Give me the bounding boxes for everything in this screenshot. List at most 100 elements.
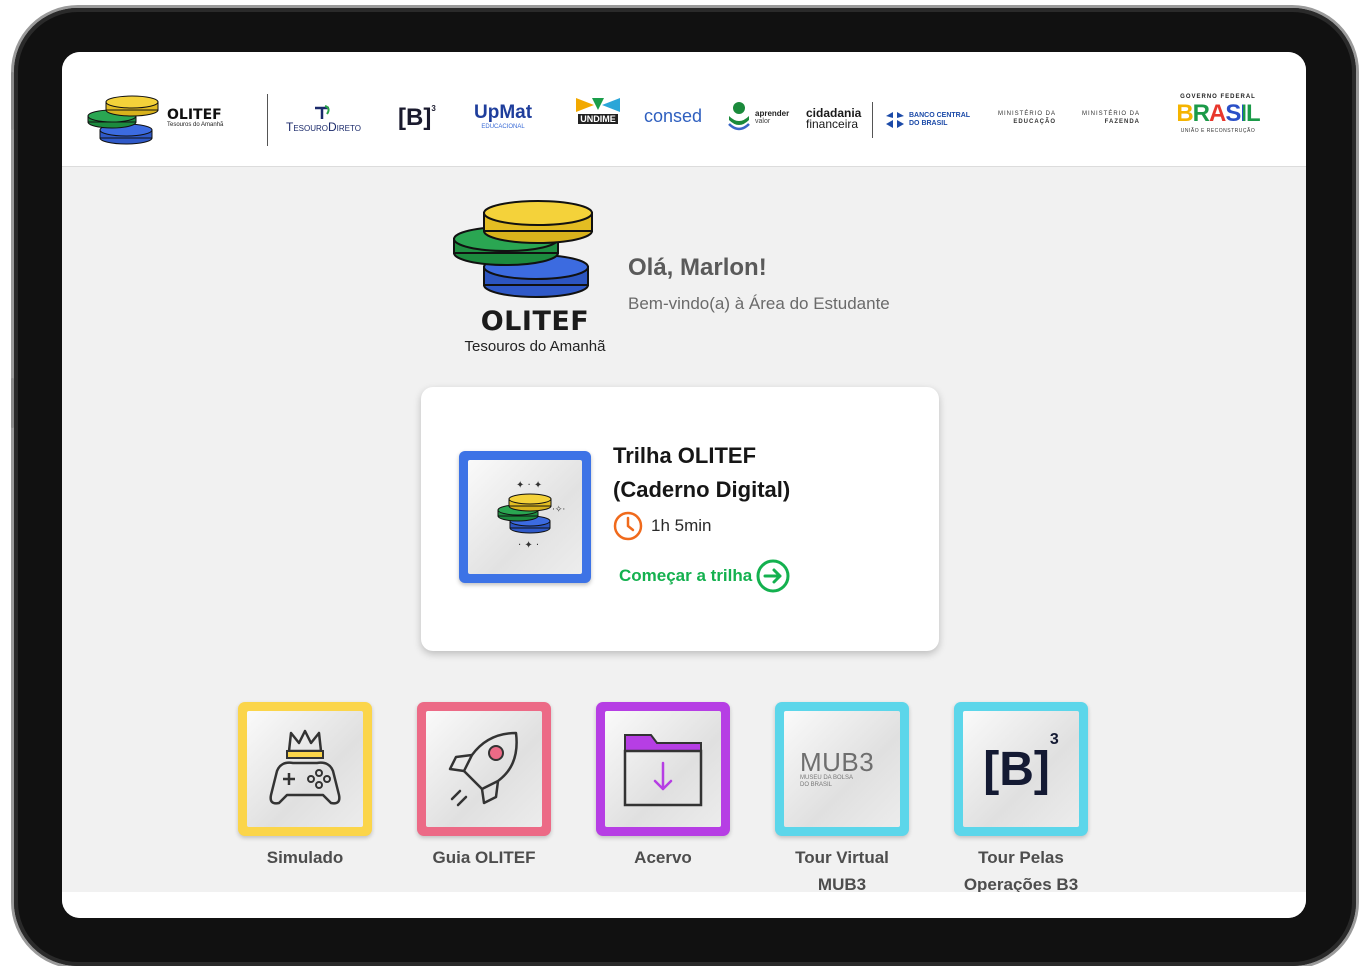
b3-header-sup: 3 [431, 104, 436, 113]
tile-mub3-frame[interactable]: MUB3 MUSEU DA BOLSA DO BRASIL [775, 702, 909, 836]
arrow-right-circle-icon [756, 559, 790, 593]
brand-name: OLITEF [480, 306, 590, 337]
start-trail-label: Começar a trilha [619, 566, 753, 585]
course-card[interactable]: ✦ · ✦ ·✧· · ✦ · Trilha OLITEF (Caderno D… [421, 387, 939, 651]
brasil-label: BRASIL [1176, 100, 1260, 127]
banco-central-icon [886, 112, 904, 128]
uniao-label: UNIÃO E RECONSTRUÇÃO [1180, 128, 1256, 134]
course-duration-text: 1h 5min [651, 516, 712, 535]
banco-central-logo: BANCO CENTRAL DO BRASIL [884, 110, 970, 130]
ministerio-fazenda-logo: MINISTÉRIO DA FAZENDA [1082, 110, 1140, 126]
b3-header-label: [B] [398, 104, 432, 131]
divider [267, 94, 268, 146]
tablet-side-button [11, 72, 14, 130]
tile-b3-label-line1: Tour Pelas [978, 848, 1064, 867]
consed-logo: consed [644, 106, 702, 127]
b3-logo-sup: 3 [1049, 731, 1059, 748]
min-fazenda-line2: FAZENDA [1104, 119, 1141, 125]
tile-b3-inner: [B] 3 [963, 711, 1079, 827]
banco-central-text: BANCO CENTRAL DO BRASIL [909, 112, 970, 128]
greeting-subtitle: Bem-vindo(a) à Área do Estudante [628, 294, 890, 313]
aprender-sub: valor [755, 118, 771, 125]
tile-guia-label-line1: Guia OLITEF [432, 848, 536, 867]
app-screen: OLITEF Tesouros do Amanhã TesouroDireto … [62, 52, 1306, 918]
upmat-sub: EDUCACIONAL [481, 124, 525, 130]
course-duration: 1h 5min [613, 511, 711, 541]
coins-sparkle-icon: ✦ · ✦ ·✧· · ✦ · [497, 480, 565, 551]
olitef-header-tagline: Tesouros do Amanhã [167, 122, 224, 128]
tile-tour-operacoes-b3[interactable]: [B] 3 Tour Pelas Operações B3 [954, 702, 1088, 898]
upmat-label: UpMat [474, 102, 533, 123]
tile-guia-inner [426, 711, 542, 827]
tile-tour-virtual-mub3[interactable]: MUB3 MUSEU DA BOLSA DO BRASIL Tour Virtu… [775, 702, 909, 898]
course-thumbnail-inner: ✦ · ✦ ·✧· · ✦ · [468, 460, 582, 574]
mub3-logo: MUB3 [800, 747, 875, 777]
upmat-logo: UpMat EDUCACIONAL [474, 102, 532, 130]
greeting-title: Olá, Marlon! [628, 254, 767, 281]
olitef-header-name: OLITEF [167, 107, 222, 123]
course-title[interactable]: Trilha OLITEF (Caderno Digital) [613, 439, 853, 507]
undime-label: UNDIME [578, 114, 618, 124]
tesouro-direto-logo: TesouroDireto [286, 104, 361, 134]
undime-logo: UNDIME [574, 96, 622, 124]
start-trail-link[interactable]: Começar a trilha [619, 559, 790, 593]
olitef-brand-block: OLITEF Tesouros do Amanhã [450, 306, 620, 355]
mub3-logo-sub1: MUSEU DA BOLSA [800, 775, 854, 781]
svg-text:✦ · ✦: ✦ · ✦ [516, 480, 542, 491]
aprender-valor-icon [728, 102, 750, 131]
undime-icon [576, 98, 620, 112]
cidadania-sub: financeira [806, 117, 859, 131]
b3-logo: [B] [983, 742, 1050, 796]
clock-icon [613, 511, 643, 541]
banco-central-line1: BANCO CENTRAL [909, 112, 971, 119]
b3-header-logo: [B] 3 [398, 104, 436, 132]
olitef-coins-logo [87, 95, 159, 145]
tile-simulado-inner [247, 711, 363, 827]
mub3-logo-sub2: DO BRASIL [800, 782, 833, 788]
consed-label: consed [644, 106, 703, 126]
olitef-header-brand: OLITEF Tesouros do Amanhã [167, 108, 223, 128]
rocket-icon [448, 731, 518, 807]
tile-guia-label[interactable]: Guia OLITEF [417, 844, 551, 871]
folder-download-icon [623, 734, 703, 807]
tile-b3-label[interactable]: Tour Pelas Operações B3 [954, 844, 1088, 898]
course-title-line2: (Caderno Digital) [613, 477, 791, 502]
aprender-valor-logo: aprender valor [726, 100, 789, 134]
tile-simulado-label-line1: Simulado [266, 848, 344, 867]
tile-simulado-label[interactable]: Simulado [238, 844, 372, 871]
tile-guia-frame[interactable] [417, 702, 551, 836]
tile-acervo[interactable]: Acervo [596, 702, 730, 871]
tile-simulado[interactable]: Simulado [238, 702, 372, 871]
partner-logos-header: OLITEF Tesouros do Amanhã TesouroDireto … [62, 52, 1306, 167]
brand-tagline: Tesouros do Amanhã [464, 338, 606, 355]
tile-b3-frame[interactable]: [B] 3 [954, 702, 1088, 836]
tile-acervo-label-line1: Acervo [634, 848, 692, 867]
tile-acervo-frame[interactable] [596, 702, 730, 836]
tile-simulado-frame[interactable] [238, 702, 372, 836]
aprender-valor-text: aprender valor [755, 109, 789, 125]
tesouro-direto-label: TesouroDireto [286, 120, 361, 134]
svg-text:·✧·: ·✧· [552, 505, 565, 515]
cidadania-financeira-logo: cidadania financeira [806, 107, 861, 131]
min-educacao-line2: EDUCAÇÃO [1013, 119, 1057, 125]
tile-guia-olitef[interactable]: Guia OLITEF [417, 702, 551, 871]
min-fazenda-line1: MINISTÉRIO DA [1082, 111, 1141, 117]
bottom-bar [62, 892, 1306, 918]
min-educacao-line1: MINISTÉRIO DA [998, 111, 1057, 117]
tile-acervo-inner [605, 711, 721, 827]
tile-mub3-label-line1: Tour Virtual [795, 848, 889, 867]
course-thumbnail[interactable]: ✦ · ✦ ·✧· · ✦ · [459, 451, 591, 583]
banco-central-line2: DO BRASIL [909, 120, 948, 127]
course-title-line1: Trilha OLITEF [613, 443, 757, 468]
tile-mub3-inner: MUB3 MUSEU DA BOLSA DO BRASIL [784, 711, 900, 827]
svg-text:· ✦ ·: · ✦ · [518, 540, 539, 551]
divider [872, 102, 873, 138]
gamepad-crown-icon [269, 729, 341, 805]
tablet-side-button [11, 378, 14, 428]
tesouro-direto-icon [315, 105, 331, 119]
aprender-label: aprender [755, 109, 790, 118]
governo-federal-logo: GOVERNO FEDERAL BRASIL UNIÃO E RECONSTRU… [1166, 94, 1270, 134]
tile-acervo-label[interactable]: Acervo [596, 844, 730, 871]
tile-mub3-label[interactable]: Tour Virtual MUB3 [775, 844, 909, 898]
ministerio-educacao-logo: MINISTÉRIO DA EDUCAÇÃO [998, 110, 1056, 126]
